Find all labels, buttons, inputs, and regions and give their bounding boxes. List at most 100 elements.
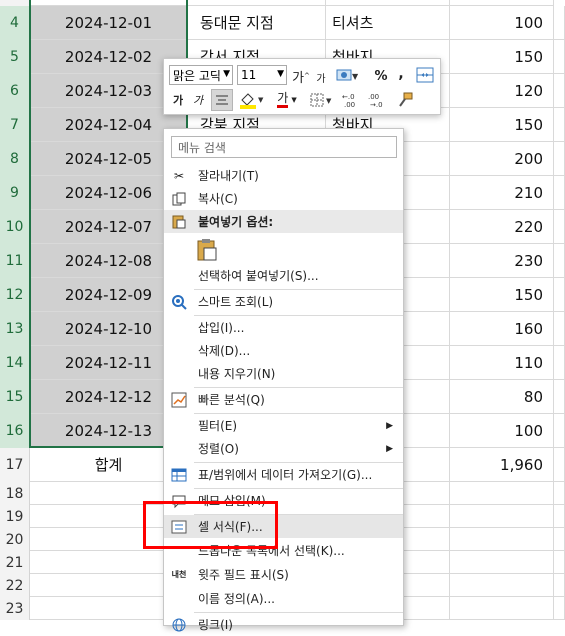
menu-item-filter[interactable]: 필터(E) ▶ (164, 414, 403, 437)
empty-cell[interactable] (554, 176, 565, 210)
decrease-font-button[interactable]: 가 (314, 69, 328, 85)
empty-cell[interactable] (554, 346, 565, 380)
paste-option-button[interactable] (194, 236, 220, 264)
align-center-button[interactable] (211, 89, 233, 111)
menu-item-delete[interactable]: 삭제(D)... (164, 339, 403, 362)
quantity-cell[interactable]: 100 (450, 6, 554, 40)
merge-center-button[interactable] (415, 65, 435, 85)
empty-cell[interactable] (554, 6, 565, 40)
menu-item-sort[interactable]: 정렬(O) ▶ (164, 437, 403, 460)
empty-cell[interactable] (554, 505, 565, 528)
italic-button[interactable]: 가 (190, 91, 206, 109)
quantity-cell[interactable]: 230 (450, 244, 554, 278)
font-name-box[interactable]: 맑은 고딕 ▼ (169, 65, 233, 85)
menu-item-insert-comment[interactable]: 메모 삽입(M) (164, 489, 403, 512)
quantity-cell[interactable]: 200 (450, 142, 554, 176)
comma-style-button[interactable]: , (395, 64, 407, 84)
menu-item-copy[interactable]: 복사(C) (164, 187, 403, 210)
row-header[interactable]: 22 (0, 574, 30, 597)
empty-cell[interactable] (450, 551, 554, 574)
bold-button[interactable]: 가 (170, 91, 186, 109)
quantity-cell[interactable]: 210 (450, 176, 554, 210)
empty-cell[interactable] (450, 597, 554, 620)
row-header[interactable]: 8 (0, 142, 30, 176)
menu-item-insert[interactable]: 삽입(I)... (164, 316, 403, 339)
increase-decimal-button[interactable]: ←.0.00 (342, 89, 364, 111)
row-header[interactable]: 5 (0, 40, 30, 74)
decrease-decimal-button[interactable]: .00 →.0 (368, 89, 390, 111)
row-header[interactable]: 6 (0, 74, 30, 108)
menu-search-input[interactable]: 메뉴 검색 (171, 136, 397, 158)
empty-cell[interactable] (554, 244, 565, 278)
row-header[interactable]: 13 (0, 312, 30, 346)
empty-cell[interactable] (554, 482, 565, 505)
branch-cell[interactable]: 동대문 지점 (188, 6, 326, 40)
quantity-cell[interactable]: 150 (450, 108, 554, 142)
empty-cell[interactable] (450, 574, 554, 597)
fill-color-button[interactable]: ▼ (237, 89, 267, 111)
number-format-button[interactable]: ▼ (334, 66, 360, 86)
date-cell[interactable]: 2024-12-01 (30, 6, 188, 40)
empty-cell[interactable] (554, 312, 565, 346)
menu-item-link[interactable]: 링크(I) (164, 613, 403, 636)
quantity-cell[interactable]: 120 (450, 74, 554, 108)
row-header[interactable]: 20 (0, 528, 30, 551)
quantity-cell[interactable]: 80 (450, 380, 554, 414)
menu-item-smart-lookup[interactable]: 스마트 조회(L) (164, 290, 403, 313)
quantity-cell[interactable]: 150 (450, 278, 554, 312)
empty-cell[interactable] (554, 551, 565, 574)
row-header[interactable]: 9 (0, 176, 30, 210)
quantity-cell[interactable]: 100 (450, 414, 554, 448)
empty-cell[interactable] (554, 414, 565, 448)
row-header[interactable]: 21 (0, 551, 30, 574)
quantity-cell[interactable]: 150 (450, 40, 554, 74)
menu-item-get-data[interactable]: 표/범위에서 데이터 가져오기(G)... (164, 463, 403, 486)
empty-cell[interactable] (450, 482, 554, 505)
empty-cell[interactable] (554, 278, 565, 312)
menu-item-clear-contents[interactable]: 내용 지우기(N) (164, 362, 403, 385)
empty-cell[interactable] (554, 528, 565, 551)
empty-cell[interactable] (554, 40, 565, 74)
row-header[interactable]: 10 (0, 210, 30, 244)
menu-item-format-cells[interactable]: 셀 서식(F)... (164, 515, 403, 538)
quantity-cell[interactable]: 160 (450, 312, 554, 346)
font-color-button[interactable]: 가 ▼ (271, 89, 303, 111)
row-header[interactable]: 23 (0, 597, 30, 620)
font-size-box[interactable]: 11 ▼ (237, 65, 287, 85)
row-header[interactable]: 16 (0, 414, 30, 448)
borders-button[interactable]: ▼ (308, 89, 336, 111)
row-header[interactable]: 17 (0, 448, 30, 482)
menu-item-show-phonetic[interactable]: 내천 윗주 필드 표시(S) (164, 563, 403, 586)
menu-item-cut[interactable]: ✂ 잘라내기(T) (164, 164, 403, 187)
quantity-cell[interactable]: 220 (450, 210, 554, 244)
row-header[interactable]: 14 (0, 346, 30, 380)
row-header[interactable]: 12 (0, 278, 30, 312)
empty-cell[interactable] (554, 74, 565, 108)
empty-cell[interactable] (554, 380, 565, 414)
empty-cell[interactable] (554, 448, 565, 482)
percent-style-button[interactable]: % (373, 66, 389, 86)
increase-font-button[interactable]: 가 ^ (292, 67, 310, 86)
format-painter-button[interactable] (394, 89, 416, 111)
menu-item-define-name[interactable]: 이름 정의(A)... (164, 587, 403, 610)
row-header[interactable]: 19 (0, 505, 30, 528)
row-header[interactable]: 11 (0, 244, 30, 278)
empty-cell[interactable] (554, 210, 565, 244)
empty-cell[interactable] (554, 597, 565, 620)
empty-cell[interactable] (450, 528, 554, 551)
row-header[interactable]: 4 (0, 6, 30, 40)
row-header[interactable]: 7 (0, 108, 30, 142)
product-cell[interactable]: 티셔츠 (326, 6, 450, 40)
row-header[interactable]: 18 (0, 482, 30, 505)
menu-item-paste-special[interactable]: 선택하여 붙여넣기(S)... (164, 264, 403, 287)
menu-item-pick-from-list[interactable]: 드롭다운 목록에서 선택(K)... (164, 539, 403, 562)
svg-text:←.0: ←.0 (342, 93, 355, 101)
menu-item-quick-analysis[interactable]: 빠른 분석(Q) (164, 388, 403, 411)
empty-cell[interactable] (450, 505, 554, 528)
quantity-cell[interactable]: 110 (450, 346, 554, 380)
row-header[interactable]: 15 (0, 380, 30, 414)
total-quantity-cell[interactable]: 1,960 (450, 448, 554, 482)
empty-cell[interactable] (554, 574, 565, 597)
empty-cell[interactable] (554, 108, 565, 142)
empty-cell[interactable] (554, 142, 565, 176)
